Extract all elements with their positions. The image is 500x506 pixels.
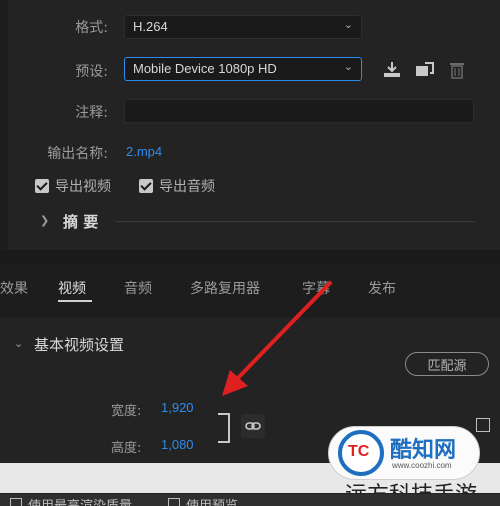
render-options-row: 使用最高渲染质量 使用预览 (0, 494, 500, 506)
watermark-site-name: 酷知网 (390, 438, 457, 463)
checkbox-icon[interactable] (476, 418, 490, 432)
use-preview-checkbox[interactable] (168, 498, 180, 506)
watermark-logo-mark: TC (348, 443, 370, 460)
watermark-site-url: www.coozhi.com (392, 461, 452, 470)
use-preview-label: 使用预览 (186, 495, 238, 506)
max-render-label: 使用最高渲染质量 (28, 495, 132, 506)
max-render-checkbox[interactable] (10, 498, 22, 506)
